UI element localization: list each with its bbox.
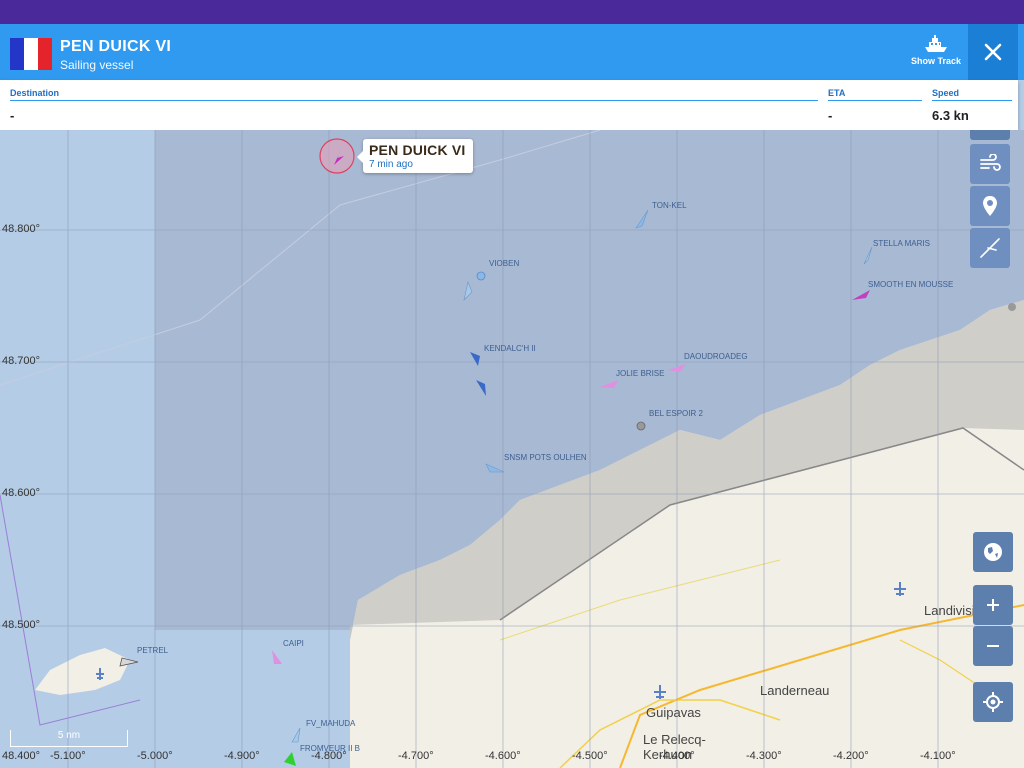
lon-label: -4.400° [659, 750, 695, 762]
speed-field: Speed 6.3 kn [932, 88, 1012, 123]
lon-label: -4.900° [224, 750, 260, 762]
eta-field: ETA - [828, 88, 922, 123]
destination-value: - [10, 108, 15, 123]
show-track-label: Show Track [910, 56, 962, 66]
town-label: Guipavas [646, 705, 701, 720]
vessel-marker-edge [1008, 303, 1016, 311]
popup-last-seen: 7 min ago [369, 159, 413, 170]
locate-button[interactable] [973, 682, 1013, 722]
eta-label: ETA [828, 88, 922, 101]
vessel-info-bar: Destination - ETA - Speed 6.3 kn [0, 80, 1018, 130]
top-status-bar [0, 0, 1024, 24]
lon-label: -4.100° [920, 750, 956, 762]
vessel-marker-vioben [476, 271, 486, 281]
vessel-label: DAOUDROADEG [684, 352, 748, 361]
lon-label: -4.700° [398, 750, 434, 762]
vessel-label: SNSM POTS OULHEN [504, 453, 587, 462]
lon-label: -5.000° [137, 750, 173, 762]
vessel-name: PEN DUICK VI [60, 38, 172, 55]
lon-label: -4.300° [746, 750, 782, 762]
close-button[interactable] [968, 24, 1018, 80]
location-pin-icon [983, 196, 997, 216]
lat-label: 48.800° [2, 223, 41, 235]
ship-icon [925, 35, 947, 52]
zoom-in-button[interactable] [973, 585, 1013, 625]
speed-value: 6.3 kn [932, 108, 969, 123]
lon-label: -5.100° [50, 750, 86, 762]
town-label: Landerneau [760, 683, 830, 698]
lat-label: 48.600° [2, 487, 41, 499]
layers-button[interactable] [970, 130, 1010, 140]
zoom-in-icon [987, 599, 999, 611]
zoom-out-button[interactable] [973, 626, 1013, 666]
locate-icon [983, 692, 1003, 712]
location-pin-button[interactable] [970, 186, 1010, 226]
map-canvas[interactable] [0, 130, 1024, 768]
vessel-label: TON-KEL [652, 201, 687, 210]
lon-label: -4.800° [311, 750, 347, 762]
popup-vessel-name: PEN DUICK VI [369, 142, 466, 158]
vessel-label: STELLA MARIS [873, 239, 930, 248]
vessel-label: CAIPI [283, 639, 304, 648]
vessel-label: PETREL [137, 646, 169, 655]
vessel-label: KENDALC'H II [484, 344, 536, 353]
wind-button[interactable] [970, 144, 1010, 184]
vessel-label: JOLIE BRISE [616, 369, 665, 378]
vessel-label: BEL ESPOIR 2 [649, 409, 703, 418]
globe-button[interactable] [973, 532, 1013, 572]
show-track-button[interactable]: Show Track [904, 34, 968, 74]
vessel-marker-bel-espoir [636, 421, 646, 431]
vessel-header: PEN DUICK VI Sailing vessel Show Track [0, 24, 1024, 80]
compass-icon [980, 238, 1000, 258]
scale-bar: 5 nm [10, 730, 128, 747]
lat-label: 48.700° [2, 355, 41, 367]
vessel-label: SMOOTH EN MOUSSE [868, 280, 954, 289]
vessel-popup[interactable]: PEN DUICK VI 7 min ago [357, 139, 473, 173]
lon-label: -4.600° [485, 750, 521, 762]
lon-label: -4.500° [572, 750, 608, 762]
speed-label: Speed [932, 88, 1012, 101]
france-flag-icon [10, 38, 52, 70]
destination-label: Destination [10, 88, 818, 101]
zoom-out-icon [987, 645, 999, 647]
lon-label: 48.400° [2, 750, 41, 762]
destination-field: Destination - [10, 88, 818, 123]
globe-icon [984, 543, 1002, 561]
vessel-type: Sailing vessel [60, 58, 134, 72]
lon-label: -4.200° [833, 750, 869, 762]
vessel-label: VIOBEN [489, 259, 520, 268]
lat-label: 48.500° [2, 619, 41, 631]
vessel-label: FV_MAHUDA [306, 719, 356, 728]
wind-icon [980, 154, 1001, 171]
close-icon [984, 43, 1002, 61]
eta-value: - [828, 108, 833, 123]
measure-button[interactable] [970, 228, 1010, 268]
selected-vessel-marker [319, 138, 355, 174]
